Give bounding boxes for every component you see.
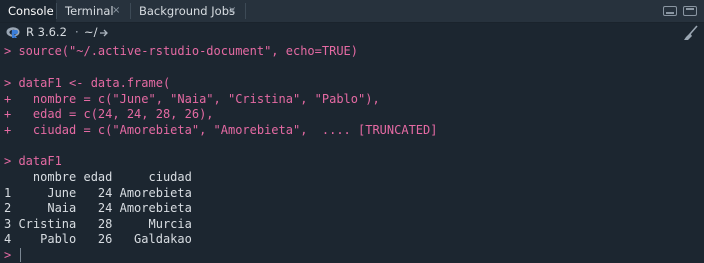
console-line: > dataF1 xyxy=(4,154,62,168)
dataframe-row: 3 Cristina 28 Murcia xyxy=(4,217,192,231)
pane-tab-bar: Console Terminal × Background Jobs × xyxy=(0,0,704,23)
tab-background-jobs[interactable]: Background Jobs × xyxy=(131,0,245,22)
r-logo-icon xyxy=(6,27,20,38)
console-line: + nombre = c("June", "Naia", "Cristina",… xyxy=(4,92,380,106)
console-line: > source("~/.active-rstudio-document", e… xyxy=(4,44,359,58)
close-icon[interactable]: × xyxy=(112,0,120,22)
console-line: + edad = c(24, 24, 28, 26), xyxy=(4,107,214,121)
console-line: + ciudad = c("Amorebieta", "Amorebieta",… xyxy=(4,123,438,137)
dataframe-row: 2 Naia 24 Amorebieta xyxy=(4,201,192,215)
r-version-label: R 3.6.2 xyxy=(26,25,67,39)
close-icon[interactable]: × xyxy=(228,0,236,22)
broom-icon[interactable] xyxy=(682,24,700,42)
tab-terminal[interactable]: Terminal × xyxy=(57,0,130,22)
tab-label: Terminal xyxy=(65,4,114,18)
working-directory-path[interactable]: ~/ xyxy=(84,23,98,42)
text-cursor xyxy=(20,248,21,262)
tab-label: Background Jobs xyxy=(139,4,235,18)
console-output[interactable]: > source("~/.active-rstudio-document", e… xyxy=(0,42,704,262)
maximize-pane-button[interactable] xyxy=(683,6,697,16)
minimize-pane-button[interactable] xyxy=(663,6,677,16)
minimize-icon xyxy=(666,12,674,14)
path-separator: · xyxy=(75,25,79,39)
dataframe-row: 4 Pablo 26 Galdakao xyxy=(4,232,192,246)
console-line: > dataF1 <- data.frame( xyxy=(4,76,171,90)
arrow-right-icon[interactable] xyxy=(99,28,109,38)
console-path-bar: R 3.6.2 · ~/ xyxy=(0,23,704,42)
dataframe-header: nombre edad ciudad xyxy=(4,170,192,184)
dataframe-row: 1 June 24 Amorebieta xyxy=(4,186,192,200)
tab-console[interactable]: Console xyxy=(0,0,56,22)
maximize-icon xyxy=(686,8,694,10)
tab-divider xyxy=(245,3,246,19)
tab-label: Console xyxy=(8,4,54,18)
